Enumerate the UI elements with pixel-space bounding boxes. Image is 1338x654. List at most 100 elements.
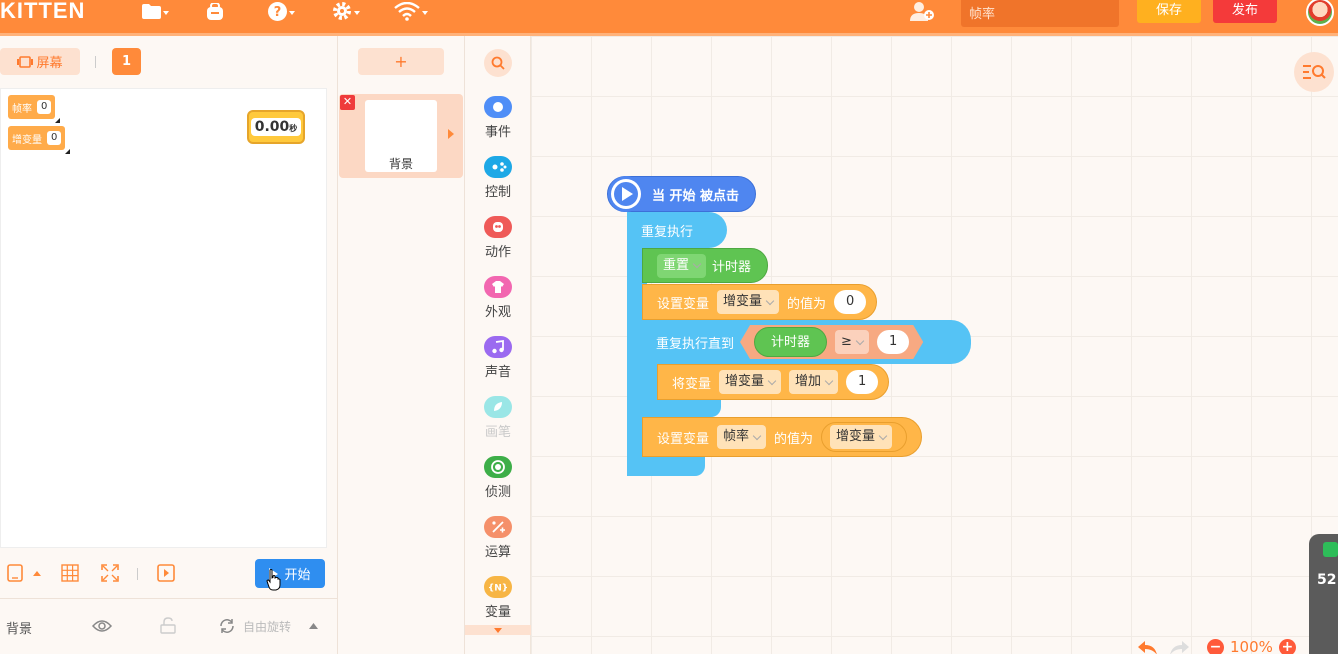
value-input[interactable]: 0 (834, 290, 867, 314)
performance-widget[interactable]: 52 (1309, 534, 1338, 654)
set-variable-block[interactable]: 设置变量 增变量 的值为 0 (642, 284, 878, 320)
timer-reporter[interactable]: 计时器 (754, 327, 827, 357)
sprite-name: 背景 (6, 622, 33, 637)
add-backdrop-button[interactable]: + (358, 48, 444, 75)
backpack-icon[interactable] (206, 1, 224, 21)
rotation-mode[interactable]: 自由旋转 (243, 618, 291, 635)
app-logo: KITTEN (0, 0, 86, 23)
stage-canvas[interactable]: 帧率 0 增变量 0 (0, 88, 327, 548)
set-mid: 的值为 (774, 431, 814, 447)
value-input[interactable]: 1 (877, 330, 909, 354)
variable-dropdown[interactable]: 增变量 (719, 370, 782, 394)
timer-unit: 秒 (289, 124, 298, 133)
block-category-panel: 事件控制动作外观声音画笔侦测运算 {N} 变量 (465, 36, 531, 654)
category-looks[interactable]: 外观 (465, 276, 531, 326)
shield-check-icon (1323, 542, 1338, 557)
help-icon[interactable]: ? (268, 1, 295, 21)
set-prefix: 设置变量 (657, 431, 710, 447)
hat-text: 当 开始 被点击 (652, 188, 740, 204)
set-variable-block[interactable]: 设置变量 帧率 的值为 增变量 (642, 417, 923, 457)
zoom-out-icon[interactable]: − (1207, 638, 1224, 654)
compare-operator[interactable]: 计时器 ≥ 1 (740, 325, 923, 359)
monitor-value: 0 (37, 100, 52, 114)
reset-text: 计时器 (712, 260, 752, 275)
block-search-button[interactable] (484, 49, 512, 77)
redo-icon[interactable] (1168, 640, 1190, 654)
variable-dropdown[interactable]: 帧率 (717, 425, 767, 449)
start-label: 开始 (284, 568, 311, 583)
variable-reporter[interactable]: 增变量 (821, 422, 908, 452)
monitor-label: 增变量 (12, 134, 42, 146)
variable-monitor-counter[interactable]: 增变量 0 (8, 126, 71, 154)
category-control[interactable]: 控制 (465, 156, 531, 206)
screen-button[interactable]: 屏幕 (0, 48, 80, 75)
category-event[interactable]: 事件 (465, 96, 531, 146)
when-start-clicked-block[interactable]: 当 开始 被点击 (607, 176, 757, 212)
caret-up-icon[interactable] (32, 564, 42, 582)
category-variable[interactable]: {N} 变量 (465, 576, 531, 626)
value-input[interactable]: 1 (846, 370, 879, 394)
change-variable-block[interactable]: 将变量 增变量 增加 1 (657, 364, 890, 400)
set-prefix: 设置变量 (657, 296, 710, 312)
close-icon[interactable]: ✕ (340, 95, 355, 110)
play-preview-icon[interactable] (157, 564, 175, 582)
avatar[interactable] (1306, 0, 1334, 26)
category-label: 外观 (484, 305, 511, 320)
category-sound[interactable]: 声音 (465, 336, 531, 386)
category-sensing[interactable]: 侦测 (465, 456, 531, 506)
grid-icon[interactable] (61, 564, 79, 582)
svg-text:{N}: {N} (489, 584, 507, 594)
wifi-icon[interactable] (394, 1, 428, 21)
block-filter-button[interactable] (1294, 52, 1334, 92)
motion-icon (484, 216, 512, 238)
resize-handle[interactable] (65, 144, 71, 154)
fullscreen-icon[interactable] (101, 564, 119, 582)
pen-icon (484, 396, 512, 418)
eye-icon[interactable] (92, 619, 112, 633)
change-op-dropdown[interactable]: 增加 (789, 370, 839, 394)
gear-icon[interactable] (332, 1, 360, 21)
screen-icon (17, 55, 34, 68)
operator-icon (484, 516, 512, 538)
add-user-icon[interactable] (909, 1, 935, 21)
script-canvas[interactable]: 当 开始 被点击 重复执行 重置 计时器 设置变量 增变量 的值为 0 重复执行… (531, 36, 1338, 654)
resize-handle[interactable] (55, 113, 61, 123)
repeat-until-block[interactable]: 重复执行直到 计时器 ≥ 1 (642, 320, 971, 364)
category-label: 动作 (484, 245, 511, 260)
zoom-control: − 100% + (1207, 638, 1296, 654)
folder-icon[interactable] (142, 1, 169, 21)
control-icon (484, 156, 512, 178)
variable-reporter-dropdown[interactable]: 增变量 (830, 425, 893, 449)
category-label: 运算 (484, 545, 511, 560)
set-mid: 的值为 (787, 296, 827, 312)
scene-number[interactable]: 1 (112, 48, 141, 75)
zoom-in-icon[interactable]: + (1278, 638, 1296, 654)
chevron-right-icon[interactable] (448, 129, 454, 139)
variable-dropdown[interactable]: 增变量 (717, 290, 780, 314)
top-bar: KITTEN ? 帧率 保存 发布 (0, 0, 1338, 36)
reset-timer-block[interactable]: 重置 计时器 (642, 248, 769, 283)
more-categories-button[interactable] (465, 625, 531, 635)
category-label: 画笔 (484, 425, 511, 440)
save-button[interactable]: 保存 (1137, 0, 1201, 23)
undo-icon[interactable] (1137, 640, 1159, 654)
search-input[interactable]: 帧率 (961, 0, 1119, 27)
timer-monitor[interactable]: 0.00秒 (247, 110, 305, 144)
category-motion[interactable]: 动作 (465, 216, 531, 266)
category-operator[interactable]: 运算 (465, 516, 531, 566)
category-label: 控制 (484, 185, 511, 200)
lock-icon[interactable] (160, 617, 176, 634)
backdrop-name: 背景 (388, 157, 413, 171)
category-pen[interactable]: 画笔 (465, 396, 531, 446)
variable-monitor-framerate[interactable]: 帧率 0 (8, 95, 61, 123)
reset-dropdown[interactable]: 重置 (657, 253, 707, 278)
forever-block[interactable]: 重复执行 (627, 212, 727, 248)
tablet-icon[interactable] (6, 564, 24, 582)
list-search-icon (1303, 65, 1326, 79)
operator-dropdown[interactable]: ≥ (835, 330, 869, 354)
caret-up-icon[interactable] (309, 623, 318, 629)
publish-button[interactable]: 发布 (1213, 0, 1277, 23)
repeat-until-foot (641, 400, 721, 417)
backdrop-card[interactable]: 背景 ✕ (339, 94, 463, 178)
rotate-icon[interactable] (219, 618, 235, 634)
